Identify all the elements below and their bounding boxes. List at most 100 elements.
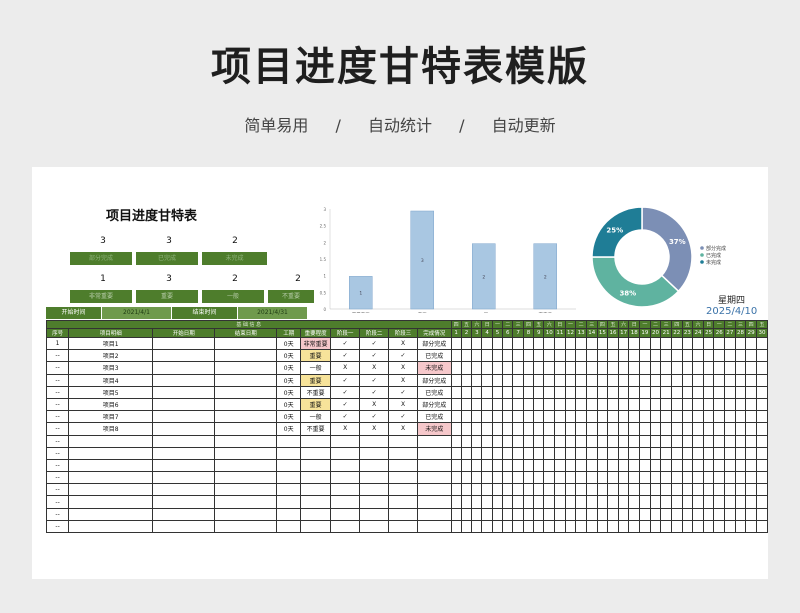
stage2-cell[interactable] xyxy=(359,495,390,509)
row-number[interactable]: -- xyxy=(45,446,70,460)
gantt-day-cell[interactable] xyxy=(554,397,566,412)
gantt-day-cell[interactable] xyxy=(713,434,726,448)
gantt-day-cell[interactable] xyxy=(617,361,630,375)
gantt-day-cell[interactable] xyxy=(502,410,514,424)
gantt-day-cell[interactable] xyxy=(745,519,757,534)
gantt-day-cell[interactable] xyxy=(755,483,768,497)
gantt-day-cell[interactable] xyxy=(681,458,694,473)
gantt-day-cell[interactable] xyxy=(628,385,641,399)
status-cell[interactable] xyxy=(417,495,452,509)
gantt-day-cell[interactable] xyxy=(460,373,473,387)
gantt-day-cell[interactable] xyxy=(502,483,514,497)
gantt-day-cell[interactable] xyxy=(450,361,462,375)
gantt-day-cell[interactable] xyxy=(543,495,556,509)
gantt-day-cell[interactable] xyxy=(522,336,535,351)
gantt-day-cell[interactable] xyxy=(564,373,577,387)
gantt-day-cell[interactable] xyxy=(724,507,736,521)
gantt-day-cell[interactable] xyxy=(617,349,630,363)
gantt-day-cell[interactable] xyxy=(585,434,598,448)
gantt-day-cell[interactable] xyxy=(554,349,566,363)
gantt-day-cell[interactable] xyxy=(724,495,736,509)
gantt-day-cell[interactable] xyxy=(481,446,493,460)
gantt-day-cell[interactable] xyxy=(533,471,545,485)
stage3-cell[interactable] xyxy=(388,507,419,521)
duration-cell[interactable]: 0天 xyxy=(276,336,302,351)
gantt-day-cell[interactable] xyxy=(596,385,609,399)
gantt-day-cell[interactable] xyxy=(522,495,535,509)
gantt-day-cell[interactable] xyxy=(702,446,715,460)
gantt-day-cell[interactable] xyxy=(585,422,598,436)
gantt-day-cell[interactable] xyxy=(745,385,757,399)
end-date-cell[interactable] xyxy=(214,446,278,460)
gantt-day-cell[interactable] xyxy=(460,422,473,436)
gantt-day-cell[interactable] xyxy=(471,446,483,460)
gantt-day-cell[interactable] xyxy=(660,434,672,448)
gantt-day-cell[interactable] xyxy=(702,458,715,473)
gantt-day-cell[interactable] xyxy=(533,361,545,375)
gantt-day-cell[interactable] xyxy=(681,422,694,436)
priority-cell[interactable] xyxy=(300,483,332,497)
stage2-cell[interactable] xyxy=(359,458,390,473)
start-date-cell[interactable] xyxy=(152,471,216,485)
duration-cell[interactable]: 0天 xyxy=(276,361,302,375)
start-date-cell[interactable] xyxy=(152,410,216,424)
table-row[interactable]: -- xyxy=(45,483,768,497)
gantt-day-cell[interactable] xyxy=(522,507,535,521)
duration-cell[interactable] xyxy=(276,458,302,473)
gantt-day-cell[interactable] xyxy=(724,361,736,375)
gantt-day-cell[interactable] xyxy=(533,458,545,473)
gantt-day-cell[interactable] xyxy=(491,336,504,351)
project-name-cell[interactable]: 项目2 xyxy=(68,349,154,363)
gantt-day-cell[interactable] xyxy=(607,471,619,485)
gantt-day-cell[interactable] xyxy=(713,495,726,509)
priority-cell[interactable] xyxy=(300,519,332,534)
stage1-cell[interactable] xyxy=(330,458,361,473)
gantt-day-cell[interactable] xyxy=(670,397,683,412)
stage1-cell[interactable] xyxy=(330,434,361,448)
priority-cell[interactable]: 一般 xyxy=(300,361,332,375)
gantt-day-cell[interactable] xyxy=(491,471,504,485)
gantt-day-cell[interactable] xyxy=(628,336,641,351)
gantt-day-cell[interactable] xyxy=(639,336,651,351)
project-name-cell[interactable]: 项目4 xyxy=(68,373,154,387)
gantt-day-cell[interactable] xyxy=(575,434,587,448)
row-number[interactable]: -- xyxy=(45,458,70,473)
gantt-day-cell[interactable] xyxy=(522,471,535,485)
gantt-day-cell[interactable] xyxy=(660,385,672,399)
gantt-day-cell[interactable] xyxy=(512,336,524,351)
gantt-day-cell[interactable] xyxy=(575,483,587,497)
gantt-day-cell[interactable] xyxy=(481,336,493,351)
gantt-day-cell[interactable] xyxy=(681,495,694,509)
gantt-day-cell[interactable] xyxy=(649,349,662,363)
gantt-day-cell[interactable] xyxy=(713,410,726,424)
gantt-day-cell[interactable] xyxy=(522,361,535,375)
table-row[interactable]: -- xyxy=(45,519,768,534)
stage3-cell[interactable]: X xyxy=(388,373,419,387)
gantt-day-cell[interactable] xyxy=(755,361,768,375)
column-header[interactable]: 阶段三 xyxy=(388,328,419,338)
end-date-cell[interactable] xyxy=(214,483,278,497)
gantt-day-cell[interactable] xyxy=(660,361,672,375)
gantt-day-cell[interactable] xyxy=(734,519,747,534)
gantt-day-cell[interactable] xyxy=(617,336,630,351)
gantt-day-cell[interactable] xyxy=(554,336,566,351)
gantt-day-cell[interactable] xyxy=(450,458,462,473)
end-date-value[interactable]: 2021/4/31 xyxy=(238,307,308,319)
duration-cell[interactable] xyxy=(276,519,302,534)
gantt-day-cell[interactable] xyxy=(670,373,683,387)
gantt-day-cell[interactable] xyxy=(450,422,462,436)
gantt-day-cell[interactable] xyxy=(460,410,473,424)
gantt-day-cell[interactable] xyxy=(745,410,757,424)
stage3-cell[interactable]: ✓ xyxy=(388,349,419,363)
gantt-day-cell[interactable] xyxy=(481,458,493,473)
gantt-day-cell[interactable] xyxy=(639,361,651,375)
gantt-day-cell[interactable] xyxy=(670,471,683,485)
gantt-day-cell[interactable] xyxy=(660,397,672,412)
table-row[interactable]: -- 项目4 0天 重要 ✓ ✓ X 部分完成 xyxy=(45,373,768,387)
gantt-day-cell[interactable] xyxy=(692,373,704,387)
gantt-day-cell[interactable] xyxy=(724,458,736,473)
duration-cell[interactable] xyxy=(276,434,302,448)
gantt-day-cell[interactable] xyxy=(564,507,577,521)
gantt-day-cell[interactable] xyxy=(543,446,556,460)
table-row[interactable]: -- xyxy=(45,434,768,448)
